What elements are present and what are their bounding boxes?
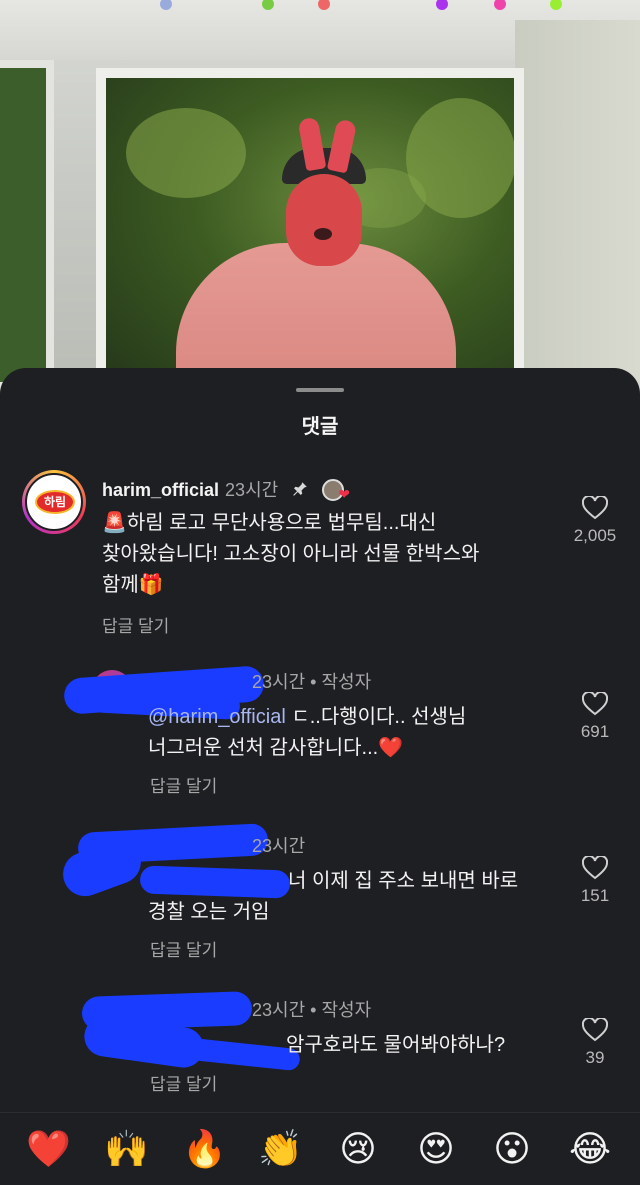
heart-outline-icon <box>582 1018 608 1042</box>
comment-text: 너 이제 집 주소 보내면 바로 경찰 오는 거임 <box>148 870 519 923</box>
like-button[interactable]: 2,005 <box>560 496 630 546</box>
emoji-reaction-bar: ❤️ 🙌 🔥 👏 😢 😍 😮 😂 <box>0 1112 640 1185</box>
comment-time: 23시간 <box>225 480 279 500</box>
main-picture-frame <box>96 68 524 398</box>
left-picture-frame <box>0 60 54 390</box>
avatar[interactable]: 하림 <box>22 470 86 534</box>
reply-button[interactable]: 답글 달기 <box>150 1070 217 1095</box>
reply-button[interactable]: 답글 달기 <box>150 936 217 961</box>
sheet-title: 댓글 <box>301 416 339 438</box>
comment-meta: 23시간 <box>252 832 305 858</box>
comment-meta: 23시간 • 작성자 <box>252 1000 372 1020</box>
comment-time: 23시간 <box>252 836 306 856</box>
comment-time: 23시간 <box>252 672 306 692</box>
like-button[interactable]: 39 <box>560 1018 630 1068</box>
right-wall <box>515 20 640 420</box>
comment-time: 23시간 <box>252 1000 306 1020</box>
pin-icon <box>293 482 307 496</box>
video-background <box>0 0 640 420</box>
reply-button[interactable]: 답글 달기 <box>102 612 169 637</box>
emoji-surprised-button[interactable]: 😮 <box>490 1127 534 1171</box>
comment-text: 암구호라도 물어봐야하나? <box>286 1034 506 1056</box>
comment-item: 하림 harim_official 23시간 ❤ 🚨하림 로고 무단사용으로 법무… <box>0 470 640 640</box>
comment-meta: harim_official 23시간 ❤ <box>102 476 350 503</box>
ceiling-light <box>494 0 506 10</box>
comment-text: 🚨하림 로고 무단사용으로 법무팀...대신 찾아왔습니다! 고소장이 아니라 … <box>102 512 480 596</box>
like-count: 39 <box>585 1048 605 1067</box>
emoji-raised-hands-button[interactable]: 🙌 <box>104 1127 149 1171</box>
creator-heart-icon: ❤ <box>338 486 350 502</box>
reply-button[interactable]: 답글 달기 <box>150 772 217 797</box>
like-count: 2,005 <box>573 526 617 545</box>
comment-item: 23시간 • 작성자 @harim_official ㄷ..다행이다.. 선생님… <box>0 664 640 804</box>
comment-text: @harim_official ㄷ..다행이다.. 선생님 너그러운 선처 감사… <box>148 706 467 759</box>
emoji-heart-button[interactable]: ❤️ <box>26 1127 71 1171</box>
harim-logo: 하림 <box>35 490 75 514</box>
like-button[interactable]: 691 <box>560 692 630 742</box>
comments-sheet: 댓글 하림 harim_official 23시간 ❤ 🚨하림 로고 무단사용으로… <box>0 368 640 1185</box>
username[interactable]: harim_official <box>102 480 219 500</box>
comment-item: 23시간 너 이제 집 주소 보내면 바로 경찰 오는 거임 답글 달기 151 <box>0 823 640 968</box>
comment-item: 23시간 • 작성자 암구호라도 물어봐야하나? 답글 달기 39 <box>0 991 640 1102</box>
heart-outline-icon <box>582 692 608 716</box>
emoji-heart-eyes-button[interactable]: 😍 <box>414 1127 458 1171</box>
comment-meta: 23시간 • 작성자 <box>252 672 372 692</box>
ceiling-light <box>550 0 562 10</box>
ceiling-light <box>262 0 274 10</box>
heart-outline-icon <box>582 856 608 880</box>
mention-link[interactable]: @harim_official <box>148 706 286 728</box>
ceiling-light <box>160 0 172 10</box>
ceiling-light <box>436 0 448 10</box>
heart-outline-icon <box>582 496 608 520</box>
emoji-crying-button[interactable]: 😢 <box>336 1127 380 1171</box>
ceiling-light <box>318 0 330 10</box>
like-count: 151 <box>580 886 610 905</box>
emoji-clap-button[interactable]: 👏 <box>258 1127 303 1171</box>
author-tag: 작성자 <box>321 1000 372 1020</box>
author-tag: 작성자 <box>321 672 372 692</box>
emoji-laughing-button[interactable]: 😂 <box>568 1127 612 1171</box>
drag-handle[interactable] <box>296 388 344 392</box>
person-head <box>286 174 362 266</box>
emoji-fire-button[interactable]: 🔥 <box>182 1127 227 1171</box>
person-mouth <box>314 228 332 240</box>
like-count: 691 <box>580 722 610 741</box>
like-button[interactable]: 151 <box>560 856 630 906</box>
